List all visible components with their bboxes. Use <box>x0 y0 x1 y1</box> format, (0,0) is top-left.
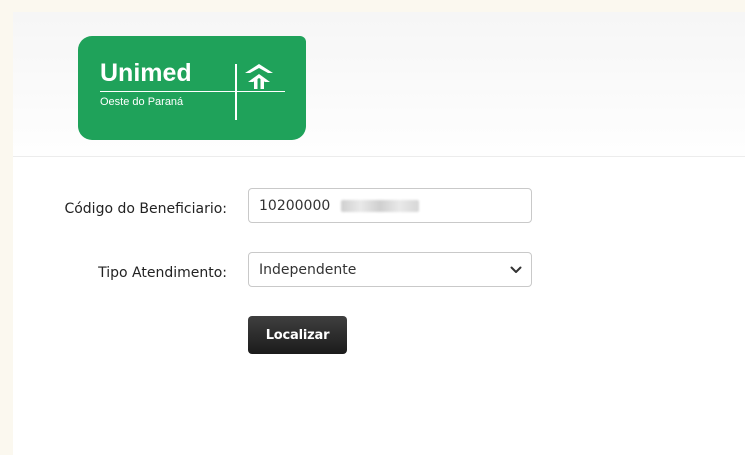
logo-subtitle: Oeste do Paraná <box>100 96 184 108</box>
chevron-down-icon <box>510 266 522 273</box>
service-type-selected-value: Independente <box>259 262 357 278</box>
unimed-tree-icon <box>245 64 273 89</box>
beneficiary-code-label: Código do Beneficiario: <box>64 201 227 217</box>
logo-vertical-rule <box>235 64 237 120</box>
logo-horizontal-rule <box>100 91 285 92</box>
beneficiary-code-input[interactable]: 10200000 <box>248 188 532 223</box>
service-type-label: Tipo Atendimento: <box>98 265 227 281</box>
page-content: Unimed Oeste do Paraná Código do Benefic… <box>13 12 745 455</box>
search-button[interactable]: Localizar <box>248 316 347 354</box>
unimed-logo: Unimed Oeste do Paraná <box>78 36 306 140</box>
redacted-code-mask <box>341 200 419 212</box>
header-bar: Unimed Oeste do Paraná <box>13 12 745 157</box>
logo-brand-text: Unimed <box>100 59 192 87</box>
beneficiary-code-value: 10200000 <box>259 198 331 214</box>
service-type-select[interactable]: Independente <box>248 252 532 287</box>
